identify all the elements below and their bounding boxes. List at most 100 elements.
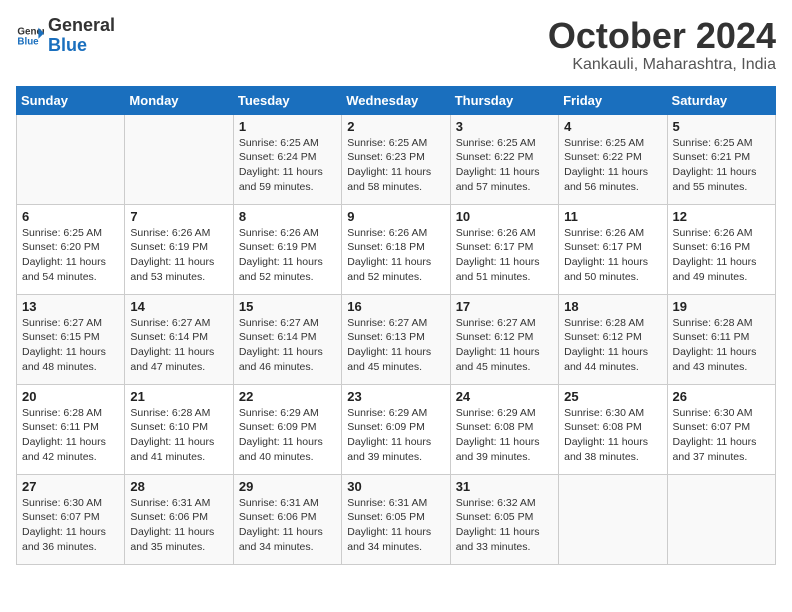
calendar-cell [559,474,667,564]
calendar-cell: 21 Sunrise: 6:28 AMSunset: 6:10 PMDayligh… [125,384,233,474]
weekday-header-wednesday: Wednesday [342,86,450,114]
calendar-cell: 13 Sunrise: 6:27 AMSunset: 6:15 PMDayligh… [17,294,125,384]
day-number: 4 [564,119,661,134]
day-number: 22 [239,389,336,404]
day-info: Sunrise: 6:30 AMSunset: 6:07 PMDaylight:… [673,406,770,465]
day-info: Sunrise: 6:29 AMSunset: 6:09 PMDaylight:… [239,406,336,465]
day-number: 23 [347,389,444,404]
page-header: General Blue GeneralBlue October 2024 Ka… [16,16,776,74]
day-number: 8 [239,209,336,224]
calendar-cell: 17Sunrise: 6:27 AMSunset: 6:12 PMDayligh… [450,294,558,384]
calendar-cell: 19 Sunrise: 6:28 AMSunset: 6:11 PMDayligh… [667,294,775,384]
calendar-cell: 2Sunrise: 6:25 AMSunset: 6:23 PMDaylight… [342,114,450,204]
calendar-cell: 24Sunrise: 6:29 AMSunset: 6:08 PMDayligh… [450,384,558,474]
day-number: 17 [456,299,553,314]
calendar-cell: 4 Sunrise: 6:25 AMSunset: 6:22 PMDaylight… [559,114,667,204]
day-number: 7 [130,209,227,224]
day-info: Sunrise: 6:25 AMSunset: 6:20 PMDaylight:… [22,226,119,285]
calendar-cell: 11 Sunrise: 6:26 AMSunset: 6:17 PMDayligh… [559,204,667,294]
day-number: 25 [564,389,661,404]
weekday-header-friday: Friday [559,86,667,114]
calendar-cell: 5Sunrise: 6:25 AMSunset: 6:21 PMDaylight… [667,114,775,204]
calendar-cell: 15 Sunrise: 6:27 AMSunset: 6:14 PMDayligh… [233,294,341,384]
day-number: 14 [130,299,227,314]
calendar-week-row: 13 Sunrise: 6:27 AMSunset: 6:15 PMDayligh… [17,294,776,384]
day-info: Sunrise: 6:26 AMSunset: 6:17 PMDaylight:… [564,226,661,285]
day-number: 6 [22,209,119,224]
logo: General Blue GeneralBlue [16,16,115,56]
day-number: 18 [564,299,661,314]
day-info: Sunrise: 6:26 AMSunset: 6:16 PMDaylight:… [673,226,770,285]
calendar-cell: 18 Sunrise: 6:28 AMSunset: 6:12 PMDayligh… [559,294,667,384]
calendar-cell: 3Sunrise: 6:25 AMSunset: 6:22 PMDaylight… [450,114,558,204]
calendar-cell: 29 Sunrise: 6:31 AMSunset: 6:06 PMDayligh… [233,474,341,564]
calendar-table: SundayMondayTuesdayWednesdayThursdayFrid… [16,86,776,565]
calendar-cell: 25Sunrise: 6:30 AMSunset: 6:08 PMDayligh… [559,384,667,474]
calendar-cell: 16 Sunrise: 6:27 AMSunset: 6:13 PMDayligh… [342,294,450,384]
calendar-week-row: 1 Sunrise: 6:25 AMSunset: 6:24 PMDaylight… [17,114,776,204]
day-info: Sunrise: 6:30 AMSunset: 6:07 PMDaylight:… [22,496,119,555]
calendar-cell [125,114,233,204]
calendar-cell [667,474,775,564]
calendar-cell: 31Sunrise: 6:32 AMSunset: 6:05 PMDayligh… [450,474,558,564]
day-number: 21 [130,389,227,404]
calendar-cell: 10 Sunrise: 6:26 AMSunset: 6:17 PMDayligh… [450,204,558,294]
day-info: Sunrise: 6:28 AMSunset: 6:12 PMDaylight:… [564,316,661,375]
day-info: Sunrise: 6:25 AMSunset: 6:24 PMDaylight:… [239,136,336,195]
day-number: 11 [564,209,661,224]
weekday-header-thursday: Thursday [450,86,558,114]
day-info: Sunrise: 6:31 AMSunset: 6:06 PMDaylight:… [239,496,336,555]
day-number: 12 [673,209,770,224]
day-number: 27 [22,479,119,494]
day-info: Sunrise: 6:31 AMSunset: 6:06 PMDaylight:… [130,496,227,555]
day-info: Sunrise: 6:25 AMSunset: 6:22 PMDaylight:… [456,136,553,195]
day-number: 2 [347,119,444,134]
calendar-cell: 6 Sunrise: 6:25 AMSunset: 6:20 PMDaylight… [17,204,125,294]
day-info: Sunrise: 6:26 AMSunset: 6:19 PMDaylight:… [130,226,227,285]
weekday-header-saturday: Saturday [667,86,775,114]
weekday-header-monday: Monday [125,86,233,114]
svg-text:Blue: Blue [17,36,39,47]
calendar-cell: 9 Sunrise: 6:26 AMSunset: 6:18 PMDaylight… [342,204,450,294]
day-info: Sunrise: 6:28 AMSunset: 6:11 PMDaylight:… [22,406,119,465]
day-number: 16 [347,299,444,314]
day-info: Sunrise: 6:28 AMSunset: 6:11 PMDaylight:… [673,316,770,375]
calendar-cell: 28 Sunrise: 6:31 AMSunset: 6:06 PMDayligh… [125,474,233,564]
calendar-week-row: 20Sunrise: 6:28 AMSunset: 6:11 PMDayligh… [17,384,776,474]
calendar-cell: 7 Sunrise: 6:26 AMSunset: 6:19 PMDaylight… [125,204,233,294]
day-number: 15 [239,299,336,314]
calendar-cell: 30Sunrise: 6:31 AMSunset: 6:05 PMDayligh… [342,474,450,564]
title-section: October 2024 Kankauli, Maharashtra, Indi… [548,16,776,74]
day-number: 19 [673,299,770,314]
calendar-cell: 12 Sunrise: 6:26 AMSunset: 6:16 PMDayligh… [667,204,775,294]
day-info: Sunrise: 6:28 AMSunset: 6:10 PMDaylight:… [130,406,227,465]
day-number: 9 [347,209,444,224]
weekday-header-row: SundayMondayTuesdayWednesdayThursdayFrid… [17,86,776,114]
day-info: Sunrise: 6:27 AMSunset: 6:14 PMDaylight:… [130,316,227,375]
day-info: Sunrise: 6:25 AMSunset: 6:22 PMDaylight:… [564,136,661,195]
weekday-header-tuesday: Tuesday [233,86,341,114]
calendar-cell: 22 Sunrise: 6:29 AMSunset: 6:09 PMDayligh… [233,384,341,474]
day-number: 10 [456,209,553,224]
calendar-cell: 26 Sunrise: 6:30 AMSunset: 6:07 PMDayligh… [667,384,775,474]
day-info: Sunrise: 6:32 AMSunset: 6:05 PMDaylight:… [456,496,553,555]
day-info: Sunrise: 6:27 AMSunset: 6:13 PMDaylight:… [347,316,444,375]
calendar-cell: 27 Sunrise: 6:30 AMSunset: 6:07 PMDayligh… [17,474,125,564]
calendar-cell: 8 Sunrise: 6:26 AMSunset: 6:19 PMDaylight… [233,204,341,294]
day-info: Sunrise: 6:26 AMSunset: 6:17 PMDaylight:… [456,226,553,285]
calendar-cell: 1 Sunrise: 6:25 AMSunset: 6:24 PMDaylight… [233,114,341,204]
calendar-cell [17,114,125,204]
weekday-header-sunday: Sunday [17,86,125,114]
location-title: Kankauli, Maharashtra, India [548,56,776,74]
day-number: 30 [347,479,444,494]
day-number: 13 [22,299,119,314]
day-info: Sunrise: 6:27 AMSunset: 6:15 PMDaylight:… [22,316,119,375]
day-number: 29 [239,479,336,494]
day-number: 1 [239,119,336,134]
day-number: 26 [673,389,770,404]
day-info: Sunrise: 6:26 AMSunset: 6:18 PMDaylight:… [347,226,444,285]
day-number: 28 [130,479,227,494]
day-info: Sunrise: 6:26 AMSunset: 6:19 PMDaylight:… [239,226,336,285]
logo-text: GeneralBlue [48,16,115,56]
day-info: Sunrise: 6:27 AMSunset: 6:14 PMDaylight:… [239,316,336,375]
